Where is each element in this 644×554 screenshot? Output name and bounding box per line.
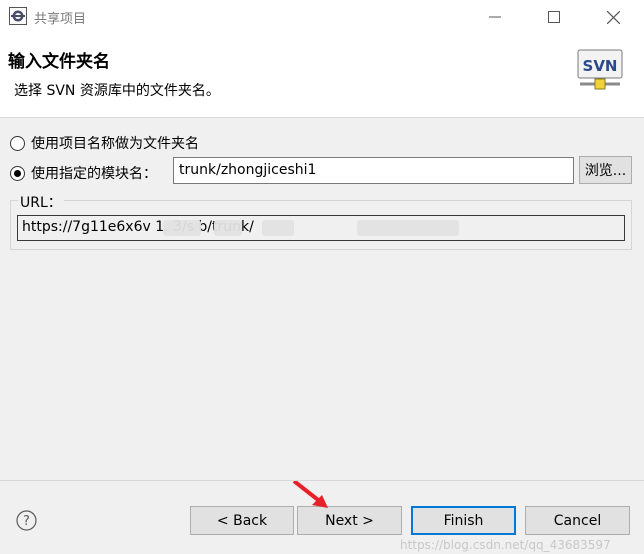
svn-logo-icon: SVN [577, 49, 623, 90]
radio-use-module-name-label: 使用指定的模块名： [31, 166, 157, 182]
red-arrow-annotation-icon [292, 481, 328, 508]
radio-unchecked-icon[interactable] [10, 135, 25, 151]
module-name-input[interactable]: trunk/zhongjiceshi1 [173, 157, 574, 184]
finish-button[interactable]: Finish [411, 506, 516, 535]
svn-logo-text: SVN [583, 57, 618, 75]
url-field: https://7g11e6x6v 1. 3/s b/trunk/ [17, 215, 625, 241]
eclipse-app-icon [9, 7, 27, 25]
radio-use-project-name-label: 使用项目名称做为文件夹名 [31, 136, 199, 152]
window-title: 共享项目 [34, 12, 87, 27]
title-bar: 共享项目 [0, 0, 644, 34]
close-button[interactable] [584, 0, 642, 34]
maximize-icon [548, 11, 560, 23]
page-title: 输入文件夹名 [8, 52, 110, 72]
minimize-icon [489, 16, 501, 18]
back-button[interactable]: < Back [190, 506, 294, 535]
wizard-footer: ? < Back Next > Finish Cancel https://bl… [0, 480, 644, 554]
svg-text:?: ? [23, 514, 30, 529]
redaction-blur [357, 220, 459, 236]
url-label: URL： [18, 192, 64, 212]
radio-checked-icon[interactable] [10, 165, 25, 181]
help-icon[interactable]: ? [16, 510, 37, 531]
maximize-button[interactable] [525, 0, 583, 34]
redaction-blur [163, 220, 201, 236]
radio-use-project-name[interactable]: 使用项目名称做为文件夹名 [10, 133, 199, 153]
page-description: 选择 SVN 资源库中的文件夹名。 [14, 83, 220, 99]
watermark-text: https://blog.csdn.net/qq_43683597 [400, 538, 611, 552]
redaction-blur [262, 220, 294, 236]
radio-use-module-name[interactable]: 使用指定的模块名： [10, 163, 157, 183]
wizard-content: 使用项目名称做为文件夹名 使用指定的模块名： trunk/zhongjicesh… [0, 118, 644, 480]
minimize-button[interactable] [466, 0, 524, 34]
cancel-button[interactable]: Cancel [525, 506, 630, 535]
browse-button[interactable]: 浏览... [579, 156, 632, 184]
wizard-banner: 输入文件夹名 选择 SVN 资源库中的文件夹名。 SVN [0, 34, 644, 118]
close-icon [606, 10, 620, 24]
redaction-blur [214, 220, 242, 236]
